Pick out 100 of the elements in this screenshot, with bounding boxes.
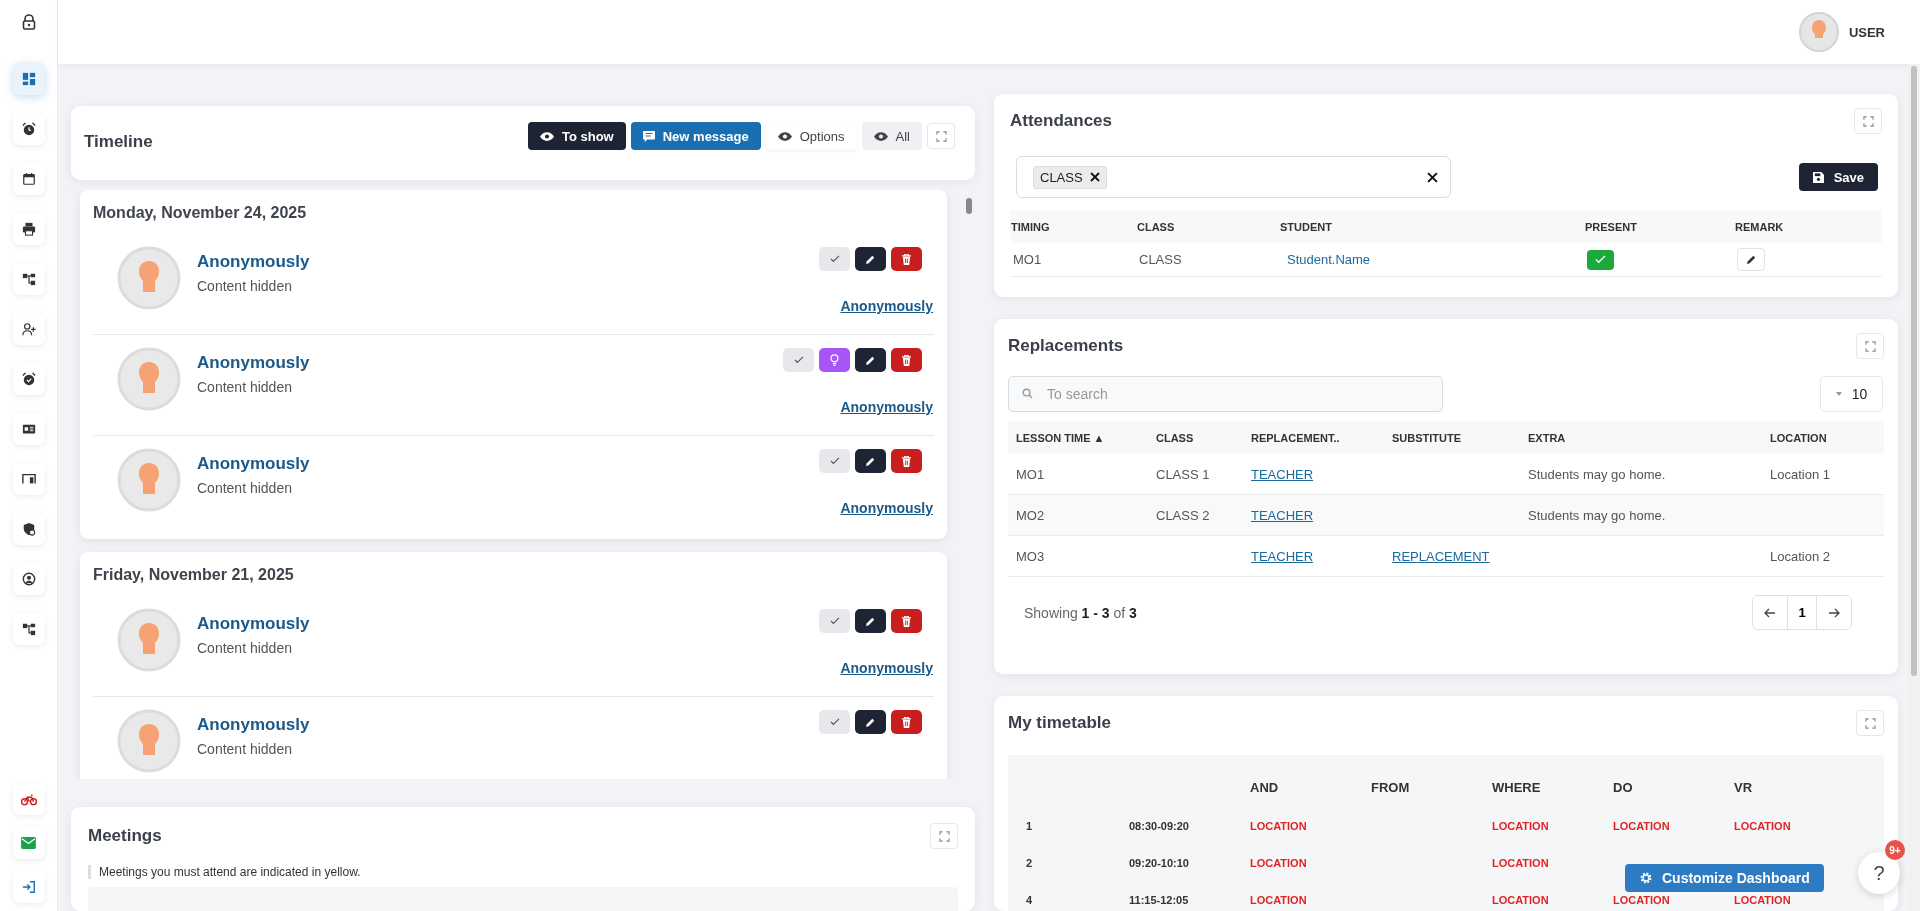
delete-button[interactable] bbox=[891, 710, 922, 734]
avatar bbox=[117, 608, 181, 672]
column-header: CLASS bbox=[1155, 431, 1195, 444]
location-label[interactable]: LOCATION bbox=[1492, 819, 1549, 832]
teacher-link[interactable]: TEACHER bbox=[1251, 466, 1314, 482]
table-cell: CLASS 2 bbox=[1156, 507, 1210, 523]
location-label[interactable]: LOCATION bbox=[1613, 893, 1670, 906]
sidebar-button[interactable] bbox=[12, 783, 45, 815]
sidebar-button[interactable] bbox=[12, 263, 45, 295]
sidebar-button[interactable] bbox=[12, 313, 45, 345]
notification-badge: 9+ bbox=[1885, 840, 1905, 860]
sidebar-button[interactable] bbox=[12, 113, 45, 145]
author-link[interactable]: Anonymously bbox=[840, 500, 933, 516]
pencil-icon bbox=[865, 716, 876, 728]
location-label[interactable]: LOCATION bbox=[1250, 819, 1307, 832]
present-toggle[interactable] bbox=[1587, 249, 1614, 270]
clear-icon[interactable] bbox=[1427, 171, 1438, 183]
page-size-select[interactable]: 10 bbox=[1820, 376, 1883, 412]
alarm-clock-icon bbox=[21, 372, 36, 386]
sidebar-button[interactable] bbox=[12, 463, 45, 495]
edit-button[interactable] bbox=[855, 449, 886, 473]
author-name[interactable]: Anonymously bbox=[197, 353, 783, 373]
location-label[interactable]: LOCATION bbox=[1734, 819, 1791, 832]
table-cell: Students may go home. bbox=[1528, 466, 1666, 482]
page-button[interactable]: 1 bbox=[1787, 596, 1817, 629]
author-name[interactable]: Anonymously bbox=[197, 252, 819, 272]
sidebar-button[interactable] bbox=[12, 563, 45, 595]
remark-button[interactable] bbox=[1737, 248, 1765, 271]
period-number: 2 bbox=[1026, 856, 1033, 869]
trash-icon bbox=[902, 615, 911, 627]
eye-icon bbox=[539, 131, 554, 141]
location-label[interactable]: LOCATION bbox=[1250, 893, 1307, 906]
idea-button[interactable] bbox=[819, 348, 850, 372]
delete-button[interactable] bbox=[891, 348, 922, 372]
calendar-icon bbox=[21, 172, 36, 186]
page-scrollbar[interactable] bbox=[1908, 64, 1920, 911]
search-field[interactable]: To search bbox=[1008, 376, 1443, 412]
trash-icon bbox=[902, 455, 911, 467]
pencil-icon bbox=[865, 354, 876, 366]
location-label[interactable]: LOCATION bbox=[1492, 893, 1549, 906]
trash-icon bbox=[902, 716, 911, 728]
pencil-icon bbox=[865, 253, 876, 265]
lightbulb-icon bbox=[830, 354, 839, 366]
filter-button[interactable]: New message bbox=[630, 122, 761, 150]
column-header: CLASS bbox=[1136, 220, 1176, 233]
class-select[interactable]: CLASS bbox=[1016, 156, 1451, 198]
panel-title: Replacements bbox=[1008, 336, 1124, 356]
column-header: LOCATION bbox=[1769, 431, 1828, 444]
author-name[interactable]: Anonymously bbox=[197, 614, 819, 634]
save-button[interactable]: Save bbox=[1798, 163, 1878, 191]
sidebar-button[interactable] bbox=[12, 363, 45, 395]
student-link[interactable]: Student.Name bbox=[1282, 252, 1371, 267]
location-label[interactable]: LOCATION bbox=[1250, 856, 1307, 869]
location-label[interactable]: LOCATION bbox=[1613, 819, 1670, 832]
column-header: STUDENT bbox=[1279, 220, 1333, 233]
column-header: SUBSTITUTE bbox=[1391, 431, 1463, 444]
delete-button[interactable] bbox=[891, 449, 922, 473]
filter-button[interactable]: To show bbox=[527, 122, 626, 150]
selected-tag[interactable]: CLASS bbox=[1033, 165, 1107, 189]
column-header: REMARK bbox=[1734, 220, 1785, 233]
day-header: DO bbox=[1613, 779, 1633, 795]
sidebar-button[interactable] bbox=[12, 613, 45, 645]
substitute-link[interactable]: REPLACEMENT bbox=[1392, 548, 1490, 564]
table-cell: MO2 bbox=[1016, 507, 1045, 523]
user-name[interactable]: USER bbox=[1848, 24, 1885, 40]
teacher-link[interactable]: TEACHER bbox=[1251, 548, 1314, 564]
author-link[interactable]: Anonymously bbox=[840, 660, 933, 676]
caret-icon bbox=[1835, 392, 1842, 396]
gear-icon bbox=[1639, 871, 1653, 885]
filter-button[interactable]: All bbox=[861, 122, 922, 150]
edit-button[interactable] bbox=[855, 348, 886, 372]
day-header: AND bbox=[1250, 779, 1279, 795]
table-cell: CLASS bbox=[1139, 252, 1182, 267]
delete-button[interactable] bbox=[891, 609, 922, 633]
day-heading: Monday, November 24, 2025 bbox=[93, 204, 308, 222]
filter-button[interactable]: Options bbox=[765, 122, 857, 150]
sidebar-button[interactable] bbox=[12, 163, 45, 195]
panel-title: My timetable bbox=[1008, 713, 1111, 733]
check-icon bbox=[1595, 255, 1606, 264]
author-name[interactable]: Anonymously bbox=[197, 715, 819, 735]
hierarchy-icon bbox=[21, 272, 36, 286]
sidebar-button[interactable] bbox=[12, 213, 45, 245]
delete-button[interactable] bbox=[891, 247, 922, 271]
teacher-link[interactable]: TEACHER bbox=[1251, 507, 1314, 523]
location-label[interactable]: LOCATION bbox=[1492, 856, 1549, 869]
author-link[interactable]: Anonymously bbox=[840, 298, 933, 314]
location-label[interactable]: LOCATION bbox=[1734, 893, 1791, 906]
edit-button[interactable] bbox=[855, 247, 886, 271]
customize-dashboard-button[interactable]: Customize Dashboard bbox=[1625, 864, 1824, 892]
bicycle-icon bbox=[20, 792, 37, 806]
entry-content: Content hidden bbox=[197, 379, 293, 395]
author-name[interactable]: Anonymously bbox=[197, 454, 819, 474]
sidebar-button[interactable] bbox=[12, 413, 45, 445]
edit-button[interactable] bbox=[855, 609, 886, 633]
sidebar-button[interactable] bbox=[12, 513, 45, 545]
check-icon bbox=[829, 255, 840, 263]
author-link[interactable]: Anonymously bbox=[840, 399, 933, 415]
eye-icon bbox=[873, 131, 888, 141]
edit-button[interactable] bbox=[855, 710, 886, 734]
column-header[interactable]: LESSON TIME ▲ bbox=[1008, 431, 1148, 444]
